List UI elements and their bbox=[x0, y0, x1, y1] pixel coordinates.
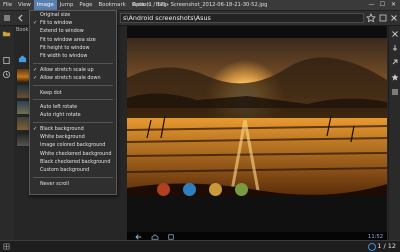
menu-item-extend-to-window[interactable]: Extend to window bbox=[30, 27, 116, 35]
android-status-area bbox=[127, 26, 387, 38]
menu-separator bbox=[33, 85, 113, 86]
close-icon[interactable] bbox=[389, 13, 399, 23]
checkmark-icon: ✓ bbox=[33, 126, 38, 133]
maximize-button[interactable]: ☐ bbox=[377, 0, 388, 10]
sidebar-label: Book bbox=[16, 27, 29, 33]
menu-item-black-checkered-background[interactable]: Black checkered background bbox=[30, 158, 116, 166]
menu-view[interactable]: View bbox=[15, 0, 34, 10]
home-icon[interactable] bbox=[18, 54, 27, 63]
menu-item-label: White checkered background bbox=[40, 150, 112, 157]
menu-item-white-background[interactable]: White background bbox=[30, 133, 116, 141]
bookmark-star-icon[interactable] bbox=[366, 13, 376, 23]
menu-item-label: Black checkered background bbox=[40, 158, 111, 165]
menu-item-label: Original size bbox=[40, 12, 71, 18]
fullscreen-icon[interactable] bbox=[391, 73, 399, 81]
menu-item-label: Fit to window area size bbox=[40, 36, 96, 43]
menu-item-label: White background bbox=[40, 134, 85, 141]
menu-item-fit-width-to-window[interactable]: Fit width to window bbox=[30, 52, 116, 60]
wallpaper-image bbox=[127, 38, 387, 196]
menu-item-label: Custom background bbox=[40, 167, 90, 173]
android-navbar-area: 11:52 bbox=[127, 196, 387, 242]
menu-item-label: Allow stretch scale down bbox=[40, 75, 101, 82]
image-viewer[interactable]: Asus Gallery Manual 11:52 bbox=[127, 26, 387, 242]
menu-file[interactable]: File bbox=[0, 0, 15, 10]
pin-icon[interactable] bbox=[391, 44, 399, 52]
folder-icon[interactable] bbox=[2, 29, 11, 38]
menu-item-fit-to-window[interactable]: ✓ Fit to window bbox=[30, 19, 116, 27]
left-panel bbox=[0, 26, 15, 240]
grid-icon[interactable] bbox=[3, 243, 10, 250]
menu-page[interactable]: Page bbox=[76, 0, 95, 10]
status-bar: 1 / 12 bbox=[0, 240, 400, 252]
checkmark-icon: ✓ bbox=[33, 75, 38, 82]
menu-item-label: Keep dot bbox=[40, 89, 62, 96]
menu-separator bbox=[33, 176, 113, 178]
menu-jump[interactable]: Jump bbox=[57, 0, 77, 10]
menu-item-label: Black background bbox=[40, 126, 84, 133]
back-icon[interactable] bbox=[16, 13, 26, 23]
image-menu-dropdown: Original size ✓ Fit to window Extend to win… bbox=[29, 10, 117, 195]
loading-spinner-icon bbox=[368, 243, 376, 251]
menu-item-label: Image colored background bbox=[40, 142, 106, 149]
menu-item-label: Extend to window bbox=[40, 28, 84, 35]
menu-item-label: Fit height to window bbox=[40, 44, 90, 51]
arrow-up-icon[interactable] bbox=[391, 58, 399, 66]
menu-item-image-colored-background[interactable]: Image colored background bbox=[30, 141, 116, 149]
right-toolbar bbox=[388, 26, 400, 240]
path-field[interactable]: s\Android screenshots\Asus bbox=[120, 13, 364, 23]
checkmark-icon: ✓ bbox=[33, 67, 38, 74]
manual-app-icon bbox=[235, 183, 248, 196]
menu-item-fit-height-to-window[interactable]: Fit height to window bbox=[30, 44, 116, 52]
minimize-button[interactable]: — bbox=[366, 0, 377, 10]
window-icon[interactable] bbox=[378, 13, 388, 23]
menu-item-label: Fit width to window bbox=[40, 52, 88, 59]
menu-item-original-size[interactable]: Original size bbox=[30, 11, 116, 19]
menu-item-auto-right-rotate[interactable]: Auto right rotate bbox=[30, 111, 116, 119]
menu-icon[interactable] bbox=[2, 13, 12, 23]
menu-item-allow-stretch-scale-down[interactable]: ✓ Allow stretch scale down bbox=[30, 74, 116, 82]
window-controls: — ☐ ✕ bbox=[366, 0, 399, 10]
menu-image[interactable]: Image bbox=[33, 0, 57, 10]
menu-item-label: Auto left rotate bbox=[40, 103, 78, 110]
menu-item-custom-background[interactable]: Custom background bbox=[30, 166, 116, 174]
menu-item-label: Allow stretch scale up bbox=[40, 67, 94, 74]
menu-separator bbox=[33, 99, 113, 101]
book-icon[interactable] bbox=[2, 56, 11, 65]
gallery-app-icon bbox=[209, 183, 222, 196]
menu-item-label: Never scroll bbox=[40, 181, 69, 188]
menu-option[interactable]: Option bbox=[129, 0, 153, 10]
menu-bookmark[interactable]: Bookmark bbox=[95, 0, 128, 10]
menu-help[interactable]: Help bbox=[153, 0, 171, 10]
settings-icon[interactable] bbox=[391, 88, 399, 96]
menu-separator bbox=[33, 121, 113, 123]
asus-app-icon bbox=[183, 183, 196, 196]
menu-item-auto-left-rotate[interactable]: Auto left rotate bbox=[30, 103, 116, 111]
page-counter: 1 / 12 bbox=[377, 242, 396, 250]
menu-item-never-scroll[interactable]: Never scroll bbox=[30, 180, 116, 188]
menu-item-label: Fit to window bbox=[40, 20, 73, 27]
menu-item-black-background[interactable]: ✓ Black background bbox=[30, 125, 116, 133]
close-button[interactable]: ✕ bbox=[388, 0, 399, 10]
menu-item-allow-stretch-scale-up[interactable]: ✓ Allow stretch scale up bbox=[30, 66, 116, 74]
menu-item-keep-dot[interactable]: Keep dot bbox=[30, 89, 116, 97]
menu-separator bbox=[33, 62, 113, 64]
menu-item-white-checkered-background[interactable]: White checkered background bbox=[30, 150, 116, 158]
browser-app-icon bbox=[157, 183, 170, 196]
menu-item-label: Auto right rotate bbox=[40, 111, 81, 118]
history-icon[interactable] bbox=[2, 70, 11, 79]
menu-item-fit-to-window-area-size[interactable]: Fit to window area size bbox=[30, 36, 116, 44]
close-icon[interactable] bbox=[391, 30, 399, 38]
checkmark-icon: ✓ bbox=[33, 20, 38, 27]
